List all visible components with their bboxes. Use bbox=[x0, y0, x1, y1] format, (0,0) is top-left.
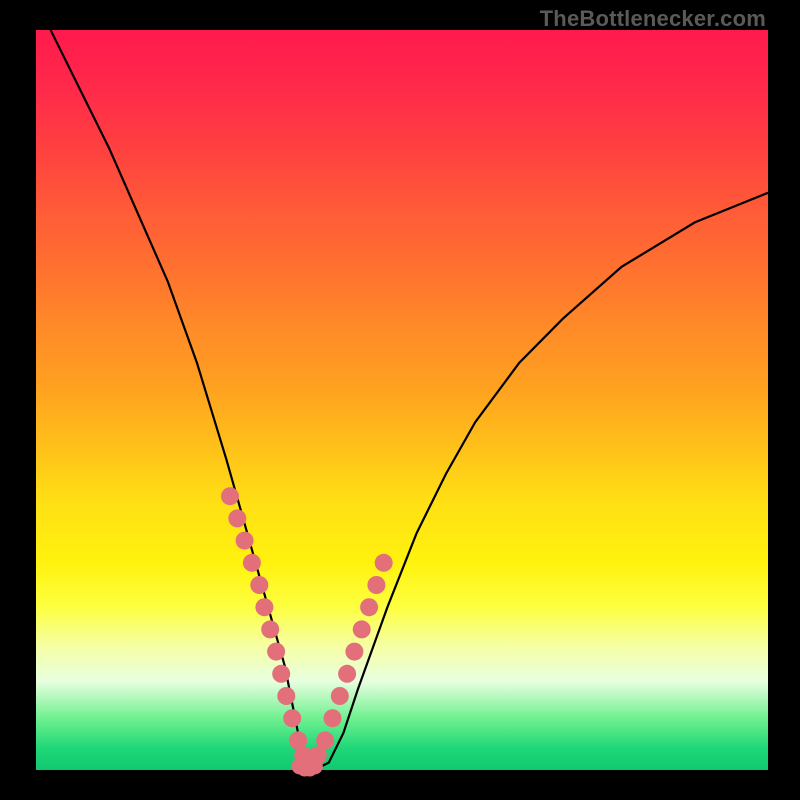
plot-area bbox=[36, 30, 768, 770]
attribution-text: TheBottlenecker.com bbox=[540, 6, 766, 32]
chart-frame: TheBottlenecker.com bbox=[0, 0, 800, 800]
